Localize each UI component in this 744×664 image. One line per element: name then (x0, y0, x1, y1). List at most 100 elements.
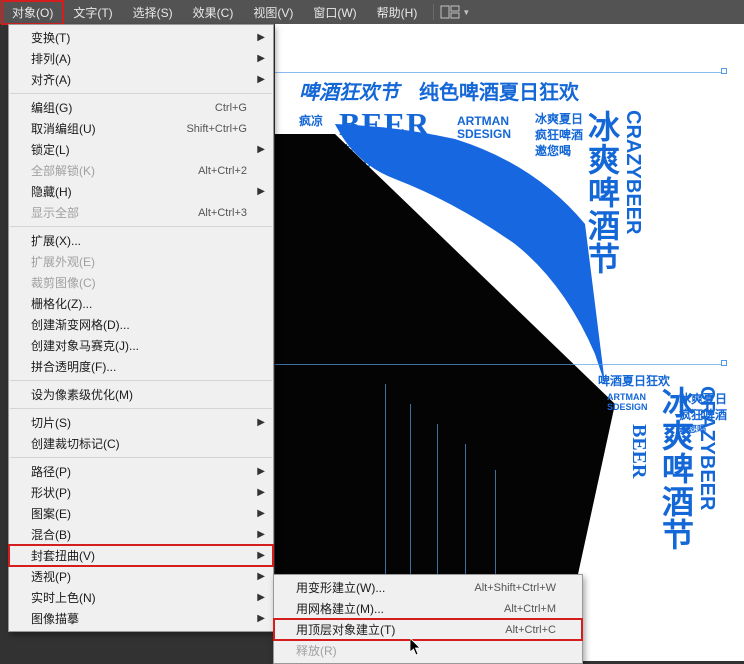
menu-separator (10, 457, 272, 458)
menu-item[interactable]: 实时上色(N) ▶ (9, 587, 273, 608)
menu-separator (10, 93, 272, 94)
menu-item-label: 编组(G) (31, 99, 215, 116)
menubar-separator (433, 4, 434, 20)
artwork-artman2: ARTMAN (607, 392, 646, 402)
menu-item[interactable]: 路径(P)▶ (9, 461, 273, 482)
menu-item-label: 隐藏(H) (31, 183, 247, 200)
menu-item-label: 排列(A) (31, 50, 247, 67)
selection-handle[interactable] (721, 360, 727, 366)
menu-item-label: 混合(B) (31, 526, 247, 543)
menu-item-label: 创建裁切标记(C) (31, 435, 247, 452)
guide-line-h (275, 364, 725, 365)
menu-item-label: 扩展(X)... (31, 232, 247, 249)
chevron-right-icon: ▶ (257, 592, 265, 603)
menu-item[interactable]: 排列(A) ▶ (9, 48, 273, 69)
menu-item-label: 创建对象马赛克(J)... (31, 337, 247, 354)
artwork-fenliang: 疯凉 (299, 112, 323, 129)
menu-effect[interactable]: 效果(C) (183, 1, 244, 24)
menu-item-shortcut: Shift+Ctrl+G (186, 123, 247, 135)
chevron-right-icon: ▶ (257, 487, 265, 498)
menu-item: 裁剪图像(C) (9, 272, 273, 293)
menu-view[interactable]: 视图(V) (243, 1, 303, 24)
menu-item[interactable]: 锁定(L) ▶ (9, 139, 273, 160)
submenu-item-shortcut: Alt+Ctrl+C (505, 624, 556, 636)
menu-item-shortcut: Alt+Ctrl+2 (198, 165, 247, 177)
menu-item-label: 透视(P) (31, 568, 247, 585)
chevron-right-icon: ▶ (257, 529, 265, 540)
menu-separator (10, 226, 272, 227)
menu-item[interactable]: 切片(S)▶ (9, 412, 273, 433)
menu-item[interactable]: 拼合透明度(F)... (9, 356, 273, 377)
menu-item[interactable]: 透视(P) ▶ (9, 566, 273, 587)
menu-item[interactable]: 取消编组(U)Shift+Ctrl+G (9, 118, 273, 139)
artwork-v-beer2: BEER (627, 424, 650, 478)
menu-item-label: 封套扭曲(V) (31, 547, 247, 564)
menu-item[interactable]: 设为像素级优化(M) (9, 384, 273, 405)
menu-item[interactable]: 封套扭曲(V) ▶ (9, 545, 273, 566)
menu-item-label: 创建渐变网格(D)... (31, 316, 247, 333)
menu-item[interactable]: 创建对象马赛克(J)... (9, 335, 273, 356)
menu-select[interactable]: 选择(S) (123, 1, 183, 24)
menu-window[interactable]: 窗口(W) (303, 1, 366, 24)
menu-item-label: 栅格化(Z)... (31, 295, 247, 312)
menu-item-shortcut: Ctrl+G (215, 102, 247, 114)
object-dropdown: 变换(T)▶排列(A)▶对齐(A)▶编组(G)Ctrl+G取消编组(U)Shif… (8, 24, 274, 632)
submenu-item[interactable]: 用变形建立(W)...Alt+Shift+Ctrl+W (274, 577, 582, 598)
submenu-item-shortcut: Alt+Ctrl+M (504, 603, 556, 615)
menu-item-label: 实时上色(N) (31, 589, 247, 606)
menu-item[interactable]: 对齐(A) ▶ (9, 69, 273, 90)
submenu-item[interactable]: 用网格建立(M)...Alt+Ctrl+M (274, 598, 582, 619)
menu-item[interactable]: 图像描摹▶ (9, 608, 273, 629)
menu-item-label: 取消编组(U) (31, 120, 186, 137)
artwork-v-crazy2: CRAZYBEER (695, 386, 718, 510)
menu-item-label: 显示全部 (31, 204, 198, 221)
submenu-item-label: 释放(R) (296, 642, 556, 659)
menu-item-label: 形状(P) (31, 484, 247, 501)
chevron-right-icon: ▶ (257, 74, 265, 85)
menu-help[interactable]: 帮助(H) (367, 1, 428, 24)
menu-item[interactable]: 创建裁切标记(C) (9, 433, 273, 454)
chevron-down-icon: ▼ (462, 8, 470, 17)
menu-item-label: 变换(T) (31, 29, 247, 46)
menu-item[interactable]: 图案(E)▶ (9, 503, 273, 524)
submenu-item: 释放(R) (274, 640, 582, 661)
menu-item: 全部解锁(K)Alt+Ctrl+2 (9, 160, 273, 181)
chevron-right-icon: ▶ (257, 186, 265, 197)
chevron-right-icon: ▶ (257, 417, 265, 428)
menu-text[interactable]: 文字(T) (63, 1, 122, 24)
menu-item[interactable]: 编组(G)Ctrl+G (9, 97, 273, 118)
submenu-item-shortcut: Alt+Shift+Ctrl+W (474, 582, 556, 594)
menu-item[interactable]: 形状(P) ▶ (9, 482, 273, 503)
menu-item[interactable]: 扩展(X)... (9, 230, 273, 251)
menu-item: 扩展外观(E) (9, 251, 273, 272)
menu-item-label: 路径(P) (31, 463, 247, 480)
menu-item-label: 对齐(A) (31, 71, 247, 88)
guide-line-h (275, 72, 725, 73)
artwork: 啤酒狂欢节 纯色啤酒夏日狂欢 BEER ARTMAN SDESIGN 冰爽夏日 … (275, 24, 744, 661)
chevron-right-icon: ▶ (257, 571, 265, 582)
menu-item[interactable]: 变换(T) ▶ (9, 27, 273, 48)
menu-item[interactable]: 栅格化(Z)... (9, 293, 273, 314)
menu-item-label: 拼合透明度(F)... (31, 358, 247, 375)
blue-warp (335, 124, 605, 384)
selection-handle[interactable] (721, 68, 727, 74)
chevron-right-icon: ▶ (257, 550, 265, 561)
menu-object[interactable]: 对象(O) (2, 1, 63, 24)
chevron-right-icon: ▶ (257, 144, 265, 155)
menu-item: 显示全部Alt+Ctrl+3 (9, 202, 273, 223)
artwork-sdesign2: SDESIGN (607, 402, 648, 412)
arrange-documents-icon[interactable] (440, 5, 460, 19)
chevron-right-icon: ▶ (257, 32, 265, 43)
menu-item-label: 扩展外观(E) (31, 253, 247, 270)
menu-item-label: 设为像素级优化(M) (31, 386, 247, 403)
menu-item-label: 裁剪图像(C) (31, 274, 247, 291)
menu-item[interactable]: 创建渐变网格(D)... (9, 314, 273, 335)
menu-item-label: 锁定(L) (31, 141, 247, 158)
canvas[interactable]: 啤酒狂欢节 纯色啤酒夏日狂欢 BEER ARTMAN SDESIGN 冰爽夏日 … (275, 24, 744, 661)
menu-item[interactable]: 隐藏(H) ▶ (9, 181, 273, 202)
chevron-right-icon: ▶ (257, 53, 265, 64)
submenu-item-label: 用网格建立(M)... (296, 600, 504, 617)
submenu-item-label: 用顶层对象建立(T) (296, 621, 505, 638)
submenu-item[interactable]: 用顶层对象建立(T)Alt+Ctrl+C (274, 619, 582, 640)
menu-item[interactable]: 混合(B) ▶ (9, 524, 273, 545)
